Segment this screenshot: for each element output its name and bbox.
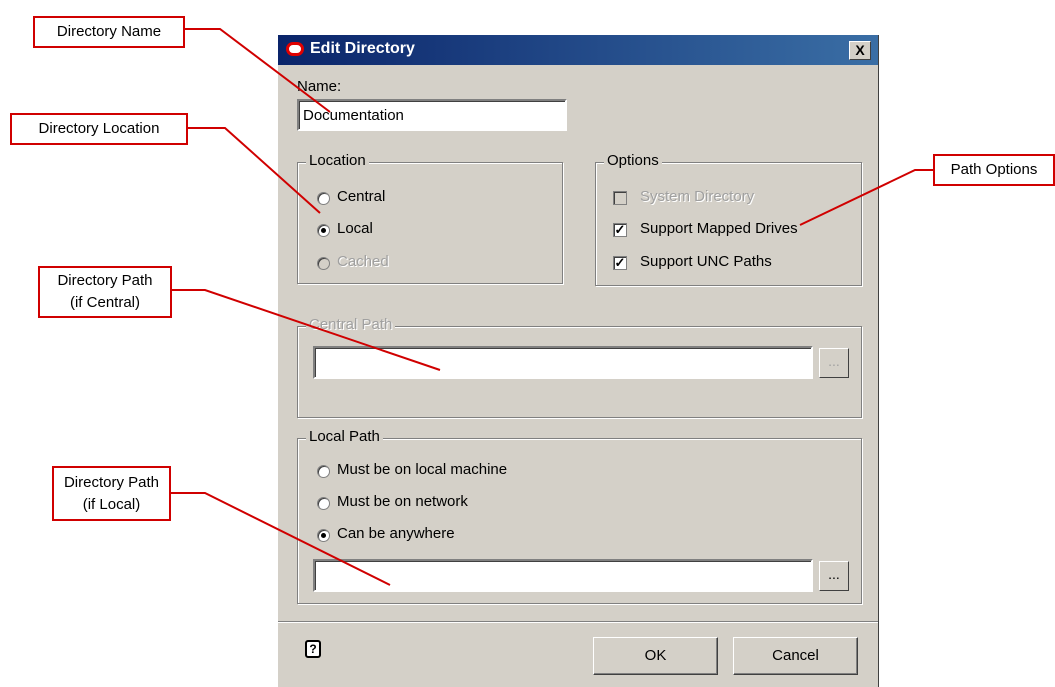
name-label: Name:: [297, 78, 342, 95]
support-mapped-drives-label: Support Mapped Drives: [640, 220, 798, 237]
must-be-network-label: Must be on network: [337, 493, 468, 510]
title-bar: Edit Directory X: [278, 35, 878, 65]
can-be-anywhere-label: Can be anywhere: [337, 525, 455, 542]
footer-separator: [278, 621, 878, 623]
callout-path-options-text: Path Options: [950, 161, 1038, 178]
checkbox: [613, 191, 627, 205]
radio-button: [317, 257, 330, 270]
radio-button[interactable]: [317, 529, 330, 542]
callout-directory-name: Directory Name: [33, 16, 185, 48]
central-path-input: [313, 346, 813, 379]
checkbox[interactable]: ✓: [613, 256, 627, 270]
location-central-label: Central: [337, 188, 386, 205]
edit-directory-dialog: Edit Directory X Name: Location Central …: [277, 35, 879, 687]
oracle-logo-icon: [286, 42, 304, 56]
radio-selected-dot: [321, 228, 326, 233]
checkbox[interactable]: ✓: [613, 223, 627, 237]
radio-button[interactable]: [317, 497, 330, 510]
cancel-button[interactable]: Cancel: [733, 637, 858, 675]
callout-directory-path-central: Directory Path (if Central): [38, 266, 172, 318]
support-unc-paths-label: Support UNC Paths: [640, 253, 772, 270]
local-path-input[interactable]: [313, 559, 813, 592]
name-input[interactable]: [297, 99, 567, 131]
radio-selected-dot: [321, 533, 326, 538]
callout-path-options: Path Options: [933, 154, 1055, 186]
location-group-title: Location: [306, 152, 369, 169]
radio-button[interactable]: [317, 192, 330, 205]
local-path-group-title: Local Path: [306, 428, 383, 445]
central-path-browse-button: ...: [819, 348, 849, 378]
callout-directory-path-local-text: Directory Path (if Local): [63, 473, 160, 513]
close-icon: X: [855, 42, 865, 58]
system-directory-label: System Directory: [640, 188, 755, 205]
options-group-title: Options: [604, 152, 662, 169]
help-icon[interactable]: ?: [305, 640, 321, 658]
central-path-group-title: Central Path: [306, 316, 396, 333]
must-be-local-machine-label: Must be on local machine: [337, 461, 508, 478]
local-path-browse-button[interactable]: ...: [819, 561, 849, 591]
dialog-title: Edit Directory: [310, 40, 415, 57]
radio-button[interactable]: [317, 465, 330, 478]
close-button[interactable]: X: [849, 41, 871, 60]
callout-directory-name-text: Directory Name: [56, 23, 162, 40]
callout-directory-location-text: Directory Location: [38, 120, 160, 137]
radio-button[interactable]: [317, 224, 330, 237]
callout-directory-location: Directory Location: [10, 113, 188, 145]
location-cached-label: Cached: [337, 253, 389, 270]
callout-directory-path-central-text: Directory Path (if Central): [57, 272, 153, 311]
ok-button[interactable]: OK: [593, 637, 718, 675]
callout-directory-path-local: Directory Path (if Local): [52, 466, 171, 521]
location-local-label: Local: [337, 220, 373, 237]
